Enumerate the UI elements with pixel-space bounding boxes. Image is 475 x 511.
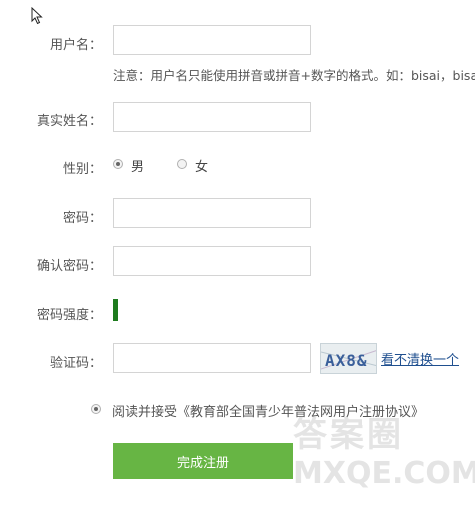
password-input[interactable] xyxy=(113,198,311,228)
watermark-line1: 答案圈 xyxy=(293,415,404,455)
watermark: 答案圈 MXQE.COM xyxy=(293,415,475,493)
complete-registration-button[interactable]: 完成注册 xyxy=(113,443,293,479)
username-hint: 注意：用户名只能使用拼音或拼音+数字的格式。如：bisai，bisa xyxy=(113,68,475,83)
agreement-radio[interactable] xyxy=(91,404,101,414)
username-input[interactable] xyxy=(113,25,311,55)
confirm-password-label: 确认密码： xyxy=(36,259,102,274)
real-name-input[interactable] xyxy=(113,102,311,132)
captcha-input[interactable] xyxy=(113,343,311,373)
gender-female-label: 女 xyxy=(195,160,209,175)
watermark-line2: MXQE.COM xyxy=(293,456,475,491)
real-name-label: 真实姓名： xyxy=(36,114,102,129)
captcha-label: 验证码： xyxy=(49,356,102,371)
gender-male-option[interactable]: 男 xyxy=(113,156,183,175)
username-label: 用户名： xyxy=(49,38,102,53)
password-strength-label: 密码强度： xyxy=(36,308,102,323)
mouse-pointer-icon xyxy=(31,7,43,25)
captcha-text: AX8& xyxy=(325,351,368,370)
password-label: 密码： xyxy=(62,211,102,226)
gender-female-option[interactable]: 女 xyxy=(177,156,247,175)
gender-label: 性别： xyxy=(62,162,102,177)
gender-male-label: 男 xyxy=(131,160,145,175)
confirm-password-input[interactable] xyxy=(113,246,311,276)
password-strength-bar xyxy=(113,299,118,321)
gender-male-radio[interactable] xyxy=(113,159,123,169)
captcha-image[interactable]: AX8& xyxy=(320,343,377,374)
refresh-captcha-link[interactable]: 看不清换一个 xyxy=(381,349,459,368)
gender-female-radio[interactable] xyxy=(177,159,187,169)
